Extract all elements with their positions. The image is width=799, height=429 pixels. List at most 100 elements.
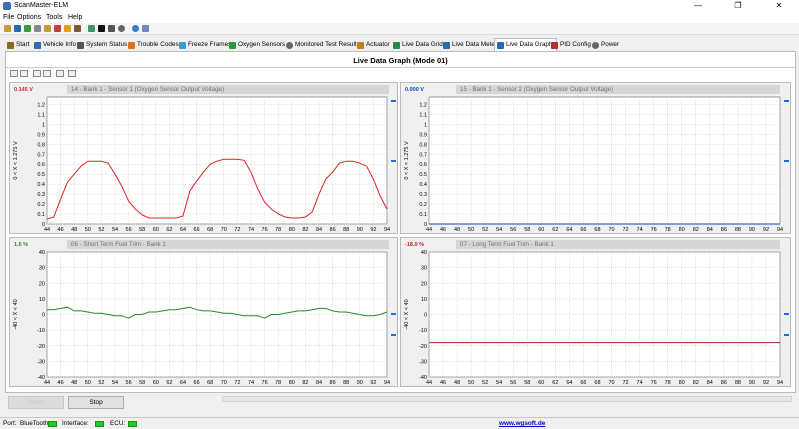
progress-bar	[222, 396, 792, 402]
tab-pid-config[interactable]: PID Config	[551, 39, 591, 51]
x-tick-label: 78	[665, 227, 671, 233]
stop-button[interactable]: Stop	[68, 396, 124, 409]
x-tick-label: 76	[651, 380, 657, 386]
ecu-status-led	[128, 421, 137, 427]
tab-start[interactable]: Start	[7, 39, 30, 51]
y-tick-label: -30	[419, 359, 427, 365]
menu-tools[interactable]: Tools	[46, 14, 62, 21]
maximize-button[interactable]: ❐	[718, 0, 758, 13]
y-tick-label: 0.8	[419, 142, 427, 148]
x-tick-label: 90	[357, 380, 363, 386]
print-graph-icon[interactable]	[56, 70, 64, 77]
tab-strip: Start Vehicle Info System Status Trouble…	[0, 37, 799, 52]
mid-marker[interactable]	[784, 160, 789, 162]
mid-marker[interactable]	[784, 313, 789, 315]
x-tick-label: 86	[721, 227, 727, 233]
tab-freeze-frames[interactable]: Freeze Frames	[179, 39, 231, 51]
open-layout-icon[interactable]	[33, 70, 41, 77]
x-tick-label: 54	[112, 380, 118, 386]
x-tick-label: 92	[370, 227, 376, 233]
tab-monitored-test-results[interactable]: Monitored Test Results	[286, 39, 360, 51]
save-layout-icon[interactable]	[43, 70, 51, 77]
y-tick-label: 0.5	[37, 172, 45, 178]
tab-actuator[interactable]: Actuator	[357, 39, 390, 51]
graph-panel-long-term-fuel-trim: -18.0 % 07 - Long Term Fuel Trim - Bank …	[400, 237, 791, 387]
mid-marker[interactable]	[391, 160, 396, 162]
tab-live-data-grid[interactable]: Live Data Grid	[393, 39, 443, 51]
website-link[interactable]: www.wgsoft.de	[499, 420, 545, 427]
tab-oxygen-sensors[interactable]: Oxygen Sensors	[229, 39, 285, 51]
start-button[interactable]: Start	[8, 396, 64, 409]
y-tick-label: 1.2	[419, 102, 427, 108]
y-tick-label: 1.2	[37, 102, 45, 108]
connect-icon[interactable]	[14, 25, 21, 32]
close-button[interactable]: ✕	[759, 0, 799, 13]
help-icon[interactable]	[132, 25, 139, 32]
menu-options[interactable]: Options	[17, 14, 41, 21]
open-icon[interactable]	[24, 25, 31, 32]
tab-power[interactable]: Power	[592, 39, 619, 51]
x-tick-label: 68	[594, 380, 600, 386]
x-tick-label: 80	[679, 227, 685, 233]
wrench-icon[interactable]	[4, 25, 11, 32]
snowflake-icon	[179, 42, 186, 49]
x-tick-label: 48	[454, 227, 460, 233]
tab-trouble-codes[interactable]: Trouble Codes	[128, 39, 179, 51]
low-marker[interactable]	[391, 334, 396, 336]
port-status-led	[48, 421, 57, 427]
tab-label: Power	[601, 41, 620, 48]
low-marker[interactable]	[784, 334, 789, 336]
y-tick-label: 1.1	[419, 112, 427, 118]
y-tick-label: -40	[37, 375, 45, 381]
export-icon[interactable]	[74, 25, 81, 32]
about-icon[interactable]	[142, 25, 149, 32]
y-tick-label: 0.3	[37, 192, 45, 198]
x-tick-label: 52	[482, 227, 488, 233]
x-tick-label: 64	[566, 380, 572, 386]
graph-panel-o2-sensor-1: 0.145 V 14 - Bank 1 - Sensor 1 (Oxygen S…	[9, 82, 398, 234]
x-tick-label: 72	[622, 380, 628, 386]
y-tick-label: 0.1	[419, 212, 427, 218]
menu-file[interactable]: File	[3, 14, 14, 21]
log-icon[interactable]	[64, 25, 71, 32]
app-window: ScanMaster-ELM — ❐ ✕ File Options Tools …	[0, 0, 799, 429]
tab-vehicle-info[interactable]: Vehicle Info	[34, 39, 76, 51]
max-marker[interactable]	[784, 100, 789, 102]
x-tick-label: 58	[524, 227, 530, 233]
y-tick-label: 0	[424, 313, 427, 319]
mid-marker[interactable]	[391, 313, 396, 315]
save-icon[interactable]	[34, 25, 41, 32]
export-graph-icon[interactable]	[68, 70, 76, 77]
x-tick-label: 48	[454, 380, 460, 386]
add-graph-icon[interactable]	[10, 70, 18, 77]
menu-help[interactable]: Help	[68, 14, 82, 21]
y-axis-label: -40 < X < 40	[404, 299, 410, 329]
x-tick-label: 86	[330, 380, 336, 386]
folder-icon[interactable]	[44, 25, 51, 32]
minimize-button[interactable]: —	[678, 0, 718, 13]
y-tick-label: 20	[39, 281, 45, 287]
tab-system-status[interactable]: System Status	[77, 39, 127, 51]
tab-label: Monitored Test Results	[295, 41, 360, 48]
device-icon[interactable]	[108, 25, 115, 32]
remove-graph-icon[interactable]	[20, 70, 28, 77]
x-tick-label: 58	[524, 380, 530, 386]
tab-live-data-meter[interactable]: Live Data Meter	[443, 39, 497, 51]
record-icon[interactable]	[54, 25, 61, 32]
tab-label: Vehicle Info	[43, 41, 77, 48]
config-icon	[551, 42, 558, 49]
max-marker[interactable]	[391, 100, 396, 102]
x-tick-label: 56	[126, 227, 132, 233]
monitor-icon[interactable]	[98, 25, 105, 32]
x-tick-label: 56	[510, 227, 516, 233]
x-tick-label: 46	[58, 227, 64, 233]
disk-icon[interactable]	[118, 25, 125, 32]
x-tick-label: 60	[538, 380, 544, 386]
x-tick-label: 62	[166, 380, 172, 386]
x-tick-label: 74	[637, 227, 643, 233]
y-tick-label: 0.9	[37, 132, 45, 138]
print-icon[interactable]	[88, 25, 95, 32]
home-icon	[7, 42, 14, 49]
tab-live-data-graph[interactable]: Live Data Graph	[494, 38, 557, 52]
x-tick-label: 50	[85, 227, 91, 233]
